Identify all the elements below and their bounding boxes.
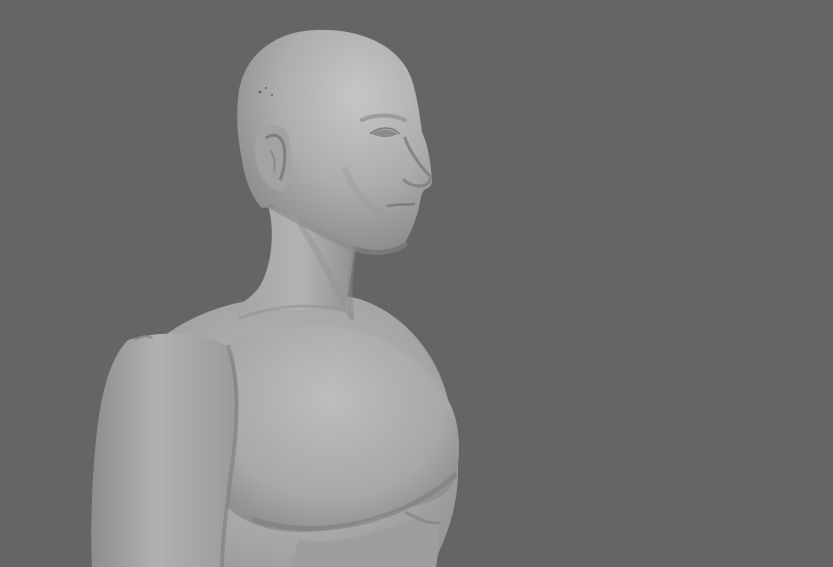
model-render xyxy=(91,29,460,567)
near-arm xyxy=(91,333,238,567)
3d-viewport[interactable] xyxy=(0,0,833,567)
